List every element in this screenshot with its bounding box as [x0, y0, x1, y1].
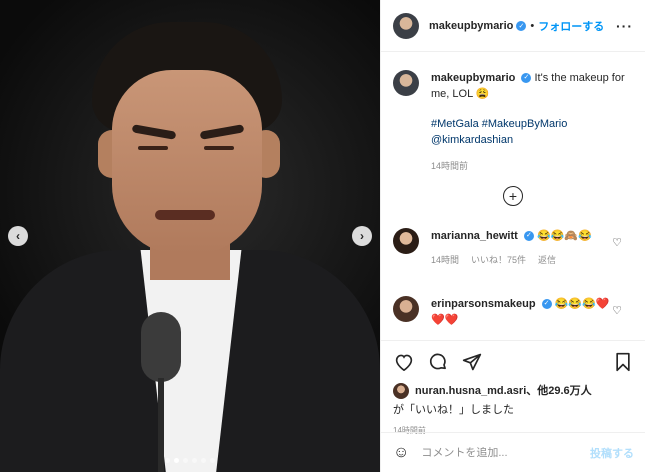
carousel-dot	[183, 458, 188, 463]
likes-text: nuran.husna_md.asri、他29.6万人	[415, 384, 592, 399]
chevron-left-icon: ‹	[16, 229, 20, 243]
likes-summary: nuran.husna_md.asri、他29.6万人	[393, 383, 634, 399]
post-header: makeupbymario ✓ • フォローする ···	[381, 0, 645, 52]
photo-microphone	[141, 312, 181, 382]
avatar[interactable]	[393, 228, 419, 254]
header-username[interactable]: makeupbymario	[429, 20, 513, 32]
comment-like-heart-icon[interactable]: ♡	[612, 236, 622, 249]
emoji-icon[interactable]: ☺	[393, 444, 409, 462]
verified-badge-icon: ✓	[541, 299, 552, 310]
caption-hashtags[interactable]: #MetGala #MakeupByMario	[431, 116, 631, 132]
post-comment-button[interactable]: 投稿する	[590, 445, 634, 461]
comment-meta: 14時間 いいね！75件 返信	[431, 252, 611, 268]
comment-item: erinparsonsmakeup ✓ 😂😂😂❤️❤️❤️ ♡	[393, 296, 634, 328]
reply-button[interactable]: 返信	[538, 252, 556, 268]
comment-likes[interactable]: いいね！75件	[471, 252, 526, 268]
verified-badge-icon: ✓	[521, 73, 532, 84]
post-media[interactable]: ‹ ›	[0, 0, 380, 472]
avatar[interactable]	[393, 12, 419, 39]
avatar[interactable]	[393, 70, 419, 96]
caption: makeupbymario ✓ It's the makeup for me, …	[381, 52, 645, 174]
carousel-dot	[165, 458, 170, 463]
photo-microphone-stand	[158, 378, 164, 472]
verified-badge-icon: ✓	[523, 231, 534, 242]
photo-eye-left	[138, 146, 168, 150]
comment-text: 😂😂🙈😂	[536, 230, 592, 242]
photo-face	[112, 70, 262, 255]
photo-mouth	[155, 210, 215, 220]
carousel-indicator	[165, 458, 215, 463]
carousel-dot	[210, 458, 215, 463]
follow-button[interactable]: フォローする	[538, 18, 604, 34]
comment-username[interactable]: marianna_hewitt	[431, 230, 518, 242]
comment-username[interactable]: erinparsonsmakeup	[431, 298, 536, 310]
comments-section[interactable]: makeupbymario ✓ It's the makeup for me, …	[381, 52, 645, 340]
add-comment-bar: ☺ 投稿する	[381, 432, 645, 472]
comment-time[interactable]: 14時間	[431, 252, 459, 268]
heart-icon[interactable]	[393, 351, 415, 373]
comment-icon[interactable]	[427, 351, 449, 373]
photo-eye-right	[204, 146, 234, 150]
caption-body: makeupbymario ✓ It's the makeup for me, …	[431, 70, 631, 174]
plus-circle-icon: +	[508, 188, 518, 204]
comment-like-heart-icon[interactable]: ♡	[612, 304, 622, 317]
likes-line2: が「いいね！」しました	[393, 404, 514, 416]
action-icon-row	[393, 349, 634, 375]
comment-input[interactable]	[421, 446, 590, 459]
post-actions: nuran.husna_md.asri、他29.6万人 が「いいね！」しました …	[381, 340, 645, 436]
caption-tags: #MetGala #MakeupByMario @kimkardashian	[431, 116, 631, 148]
verified-badge-icon: ✓	[516, 20, 527, 31]
avatar[interactable]	[393, 383, 409, 399]
separator: •	[530, 19, 535, 32]
caption-username[interactable]: makeupbymario	[431, 72, 515, 84]
comment-body: erinparsonsmakeup ✓ 😂😂😂❤️❤️❤️	[431, 296, 611, 328]
likes-username[interactable]: nuran.husna_md.asri	[415, 385, 526, 397]
post-panel: makeupbymario ✓ • フォローする ··· makeupbymar…	[380, 0, 645, 472]
load-more-comments-button[interactable]: +	[503, 186, 523, 206]
more-options-icon[interactable]: ···	[616, 18, 633, 34]
carousel-dot	[192, 458, 197, 463]
previous-slide-button[interactable]: ‹	[8, 226, 28, 246]
chevron-right-icon: ›	[360, 229, 364, 243]
carousel-dot-active	[174, 458, 179, 463]
next-slide-button[interactable]: ›	[352, 226, 372, 246]
comment-item: marianna_hewitt ✓ 😂😂🙈😂 14時間 いいね！75件 返信 ♡	[393, 228, 634, 268]
comment-body: marianna_hewitt ✓ 😂😂🙈😂 14時間 いいね！75件 返信	[431, 228, 611, 268]
caption-time[interactable]: 14時間前	[431, 158, 631, 174]
carousel-dot	[201, 458, 206, 463]
bookmark-icon[interactable]	[612, 351, 634, 373]
avatar[interactable]	[393, 296, 419, 322]
likes-count[interactable]: 、他29.6万人	[526, 385, 591, 397]
caption-mention[interactable]: @kimkardashian	[431, 132, 631, 148]
share-icon[interactable]	[461, 351, 483, 373]
